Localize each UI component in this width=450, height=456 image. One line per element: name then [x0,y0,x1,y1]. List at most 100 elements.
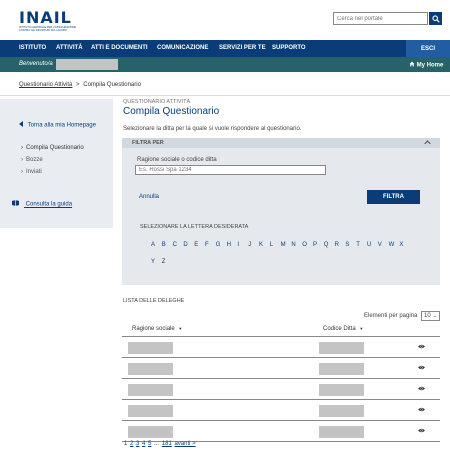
letter-j[interactable]: J [248,242,251,248]
letters-label: SELEZIONARE LA LETTERA DESIDERATA [140,224,249,230]
letter-d[interactable]: D [183,242,187,248]
view-icon[interactable] [418,407,425,412]
sort-icon: ▼ [359,326,364,331]
filter-button[interactable]: FILTRA [367,190,420,204]
letter-c[interactable]: C [173,242,177,248]
letter-z[interactable]: Z [162,259,166,265]
letter-w[interactable]: W [389,242,395,248]
per-page-value: 10 [424,313,431,319]
letter-v[interactable]: V [378,242,382,248]
nav-item-istituto[interactable]: ISTITUTO [19,45,46,51]
view-icon[interactable] [418,428,425,433]
view-icon[interactable] [418,344,425,349]
sidebar-item-inviati[interactable]: › Inviati [21,169,42,175]
company-field[interactable] [136,166,325,174]
bullet-icon: › [21,145,23,151]
back-home-link[interactable]: Torna alla mia Homepage [19,121,96,129]
filter-panel: FILTRA PER Ragione sociale o codice ditt… [122,138,440,285]
company-name-redacted [128,384,173,396]
cancel-button[interactable]: Annulla [139,194,159,200]
letter-t[interactable]: T [356,242,360,248]
next-page-link[interactable]: avanti > [174,441,195,447]
letter-p[interactable]: P [313,242,317,248]
nav-item-comunicazione[interactable]: COMUNICAZIONE [157,45,208,51]
book-icon [12,200,19,206]
my-home-label: My Home [416,62,444,69]
letter-s[interactable]: S [345,242,349,248]
filter-panel-title: FILTRA PER [132,140,164,146]
letter-n[interactable]: N [291,242,295,248]
letter-g[interactable]: G [216,242,221,248]
letter-b[interactable]: B [162,242,166,248]
section-label: QUESTIONARIO ATTIVITÀ [123,99,191,105]
bullet-icon: › [21,157,23,163]
nav-item-supporto[interactable]: SUPPORTO [272,45,306,51]
per-page-select[interactable]: 10 ⌄ [421,311,440,321]
search-icon [431,14,440,23]
column-header-codice-ditta[interactable]: Codice Ditta ▼ [323,326,363,332]
per-page-label: Elementi per pagina [364,313,418,319]
view-icon[interactable] [418,365,425,370]
inail-logo[interactable]: INAIL [19,8,72,27]
nav-item-servizi[interactable]: SERVIZI PER TE [219,45,266,51]
company-field-label: Ragione sociale o codice ditta [137,157,217,163]
letter-y[interactable]: Y [151,259,155,265]
bullet-icon: › [21,169,23,175]
company-code-redacted [319,384,364,396]
page-link[interactable]: 5 [148,441,151,447]
search-input-wrapper [333,12,428,25]
page-current: 1 [124,441,128,447]
letter-u[interactable]: U [367,242,371,248]
page-ellipsis: ... [154,441,160,447]
letter-f[interactable]: F [205,242,209,248]
search-button[interactable] [429,12,442,25]
table-row [122,358,440,379]
logo-subtitle: ISTITUTO NAZIONALE PER L'ASSICURAZIONE C… [19,26,77,32]
company-code-redacted [319,426,364,438]
letter-i[interactable]: I [237,242,239,248]
letter-k[interactable]: K [259,242,263,248]
letter-e[interactable]: E [194,242,198,248]
page-link[interactable]: 3 [136,441,139,447]
column-header-ragione-sociale[interactable]: Ragione sociale ▼ [132,326,182,332]
nav-item-atti-documenti[interactable]: ATTI E DOCUMENTI [91,45,148,51]
sort-icon: ▼ [178,326,183,331]
my-home-link[interactable]: My Home [409,61,443,69]
filter-panel-header[interactable]: FILTRA PER [122,138,440,148]
sidebar-item-label: Compila Questionario [26,145,84,151]
sidebar-item-bozze[interactable]: › Bozze [21,157,43,163]
intro-text: Selezionare la ditta per la quale si vuo… [123,126,302,132]
letter-a[interactable]: A [151,242,155,248]
letter-x[interactable]: X [399,242,403,248]
chevron-up-icon[interactable] [424,139,431,146]
page-link[interactable]: 4 [142,441,145,447]
guide-link[interactable]: Consulta la guida [12,200,72,208]
welcome-label: Benvenuto/a [19,61,53,67]
letter-q[interactable]: Q [324,242,329,248]
logout-button[interactable]: ESCI [406,40,450,57]
company-field-wrapper [135,165,326,175]
letter-l[interactable]: L [270,242,273,248]
nav-item-attivita[interactable]: ATTIVITÀ [56,45,83,51]
letter-m[interactable]: M [281,242,286,248]
chevron-down-icon: ⌄ [432,313,437,319]
chevron-left-icon [19,121,23,127]
view-icon[interactable] [418,386,425,391]
column-header-label: Ragione sociale [132,326,175,332]
home-icon [409,61,415,67]
pagination: 1 2 3 4 5 ... 181 avanti > [124,441,197,447]
sidebar-item-compila[interactable]: › Compila Questionario [21,145,84,151]
site-header: INAIL ISTITUTO NAZIONALE PER L'ASSICURAZ… [0,0,450,40]
company-code-redacted [319,405,364,417]
breadcrumb-parent[interactable]: Questionario Attività [19,82,72,88]
page-link-last[interactable]: 181 [162,441,172,447]
guide-label: Consulta la guida [25,201,73,208]
back-home-label: Torna alla mia Homepage [27,122,96,129]
page-link[interactable]: 2 [130,441,133,447]
letter-h[interactable]: H [227,242,231,248]
letter-r[interactable]: R [335,242,339,248]
table-row [122,337,440,358]
main-nav: ISTITUTO ATTIVITÀ ATTI E DOCUMENTI COMUN… [0,40,450,57]
letter-o[interactable]: O [302,242,307,248]
search-input[interactable] [334,13,427,24]
